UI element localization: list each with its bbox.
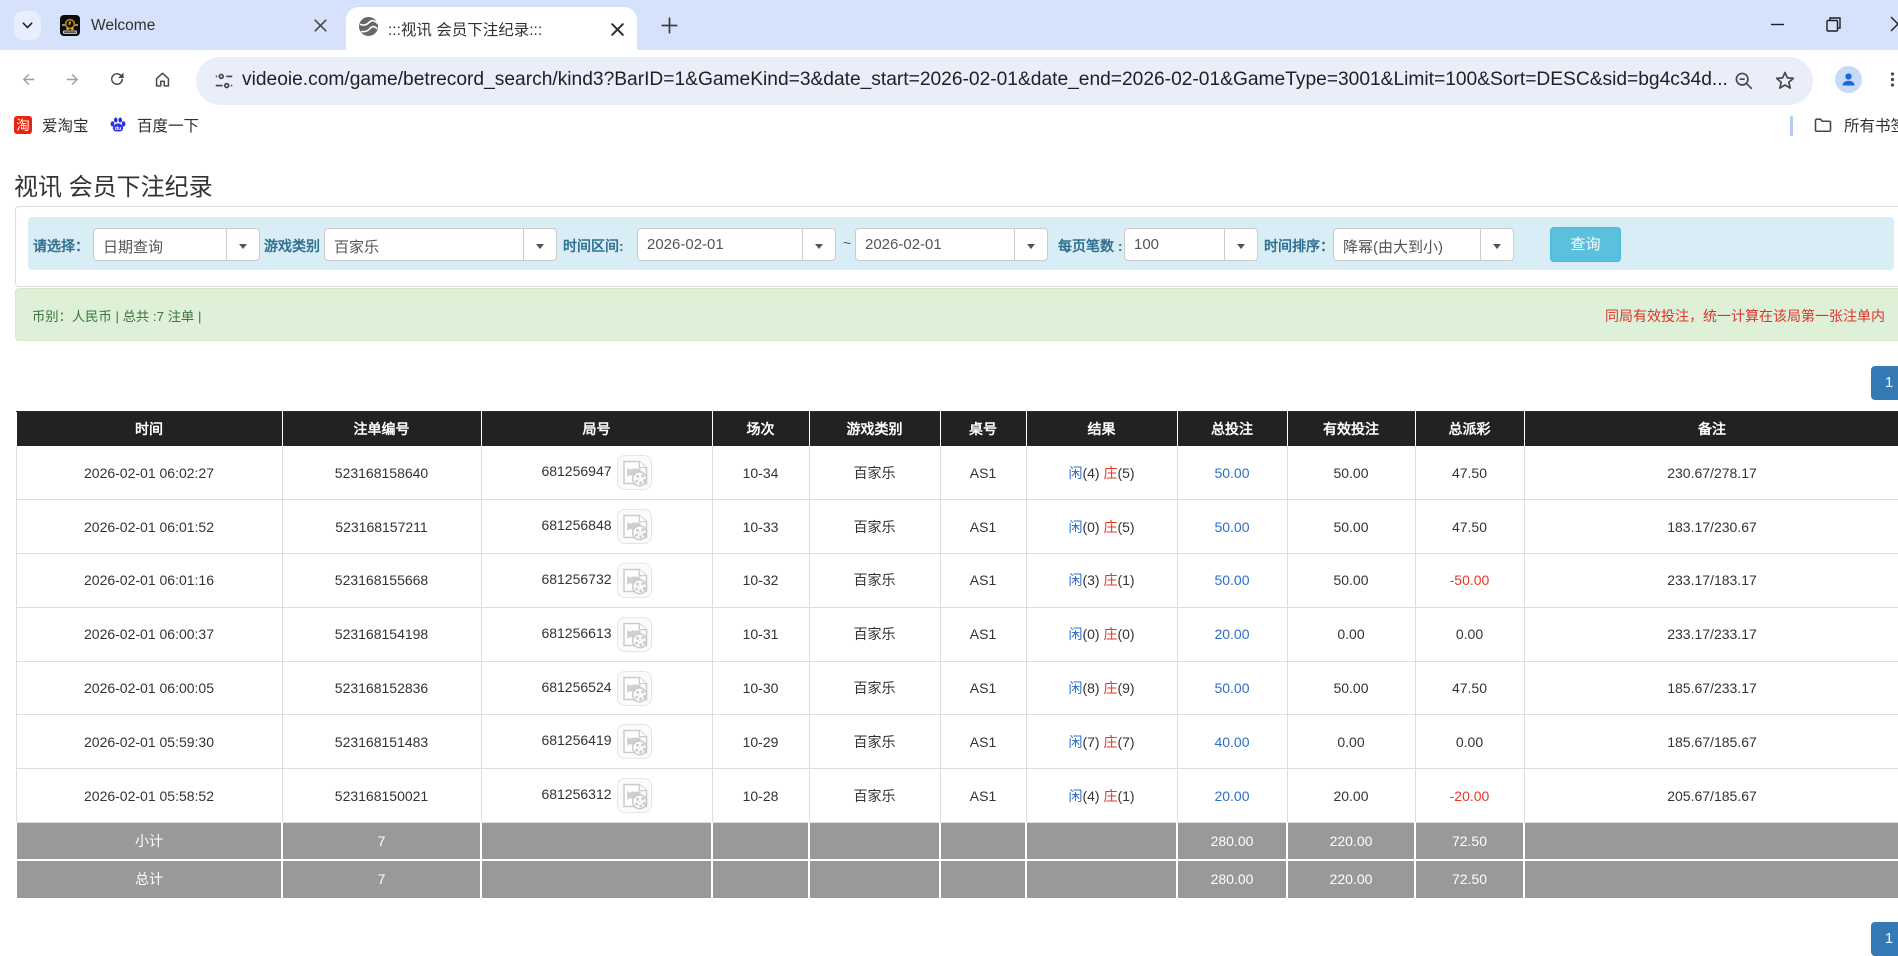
svg-text:淘: 淘 xyxy=(16,118,30,133)
svg-text:du: du xyxy=(115,126,122,132)
